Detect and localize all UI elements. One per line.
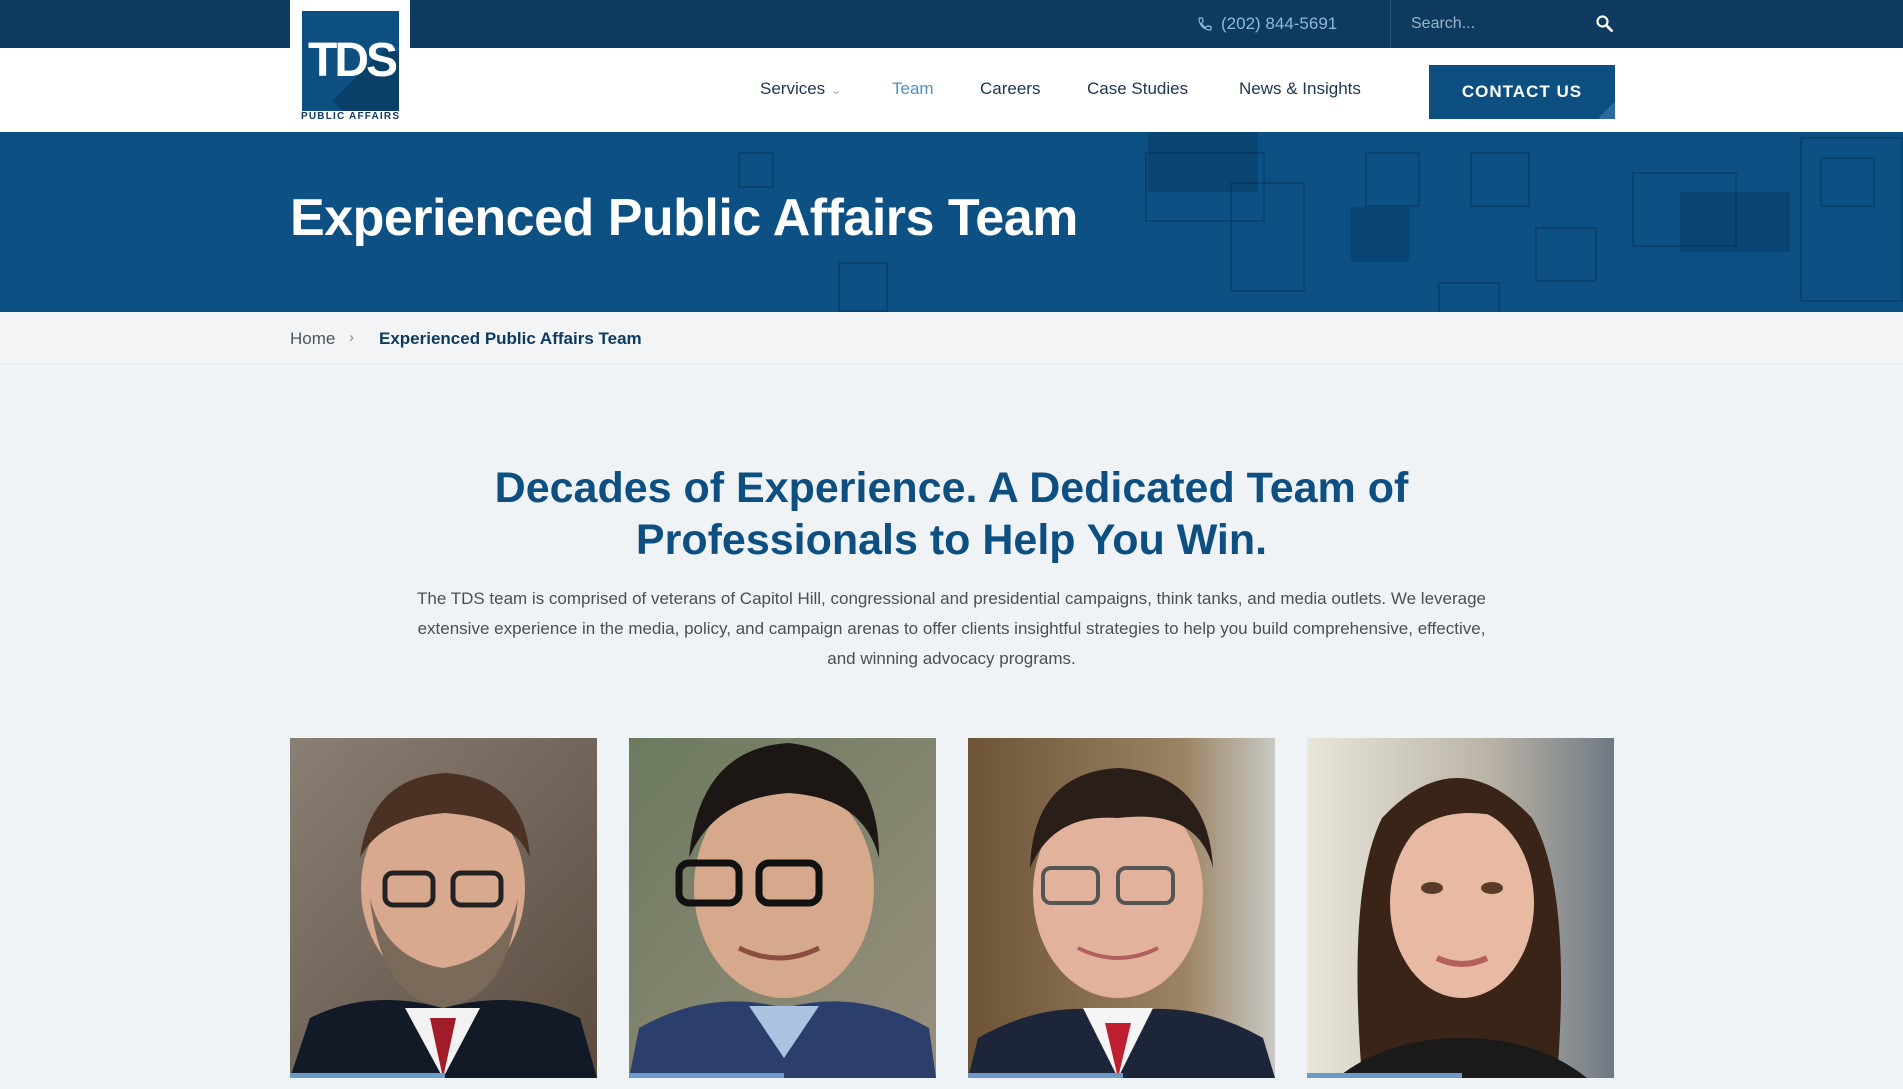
hero-banner: Experienced Public Affairs Team xyxy=(0,132,1903,312)
section-heading-line2: Professionals to Help You Win. xyxy=(635,516,1268,564)
search-input[interactable] xyxy=(1411,15,1581,33)
logo-subtitle: PUBLIC AFFAIRS xyxy=(301,111,401,122)
nav-item-team[interactable]: Team xyxy=(892,79,934,99)
breadcrumb: Home › Experienced Public Affairs Team xyxy=(0,312,1903,364)
breadcrumb-current: Experienced Public Affairs Team xyxy=(379,329,642,348)
decorative-square xyxy=(1470,152,1530,207)
logo-mark-text: TDS xyxy=(308,34,398,87)
card-accent-bar xyxy=(968,1073,1123,1078)
card-accent-bar xyxy=(290,1073,445,1078)
section-heading-line1: Decades of Experience. A Dedicated Team … xyxy=(494,464,1409,512)
nav-item-careers[interactable]: Careers xyxy=(980,79,1040,99)
top-bar: (202) 844-5691 xyxy=(0,0,1903,48)
search-box xyxy=(1390,0,1615,48)
team-member-card[interactable] xyxy=(629,738,936,1078)
nav-item-news-insights[interactable]: News & Insights xyxy=(1239,79,1361,99)
page-title: Experienced Public Affairs Team xyxy=(290,189,1078,247)
breadcrumb-home-link[interactable]: Home xyxy=(290,329,335,349)
section-heading: Decades of Experience. A Dedicated Team … xyxy=(400,462,1503,566)
chevron-down-icon: ⌄ xyxy=(831,83,842,97)
team-member-card[interactable] xyxy=(1307,738,1614,1078)
card-accent-bar xyxy=(629,1073,784,1078)
search-icon[interactable] xyxy=(1595,14,1615,34)
team-member-photo xyxy=(629,738,936,1078)
team-member-card[interactable] xyxy=(968,738,1275,1078)
card-accent-bar xyxy=(1307,1073,1462,1078)
logo[interactable]: TDS PUBLIC AFFAIRS xyxy=(290,0,410,128)
decorative-square xyxy=(1680,192,1790,252)
decorative-square xyxy=(1535,227,1597,282)
decorative-square xyxy=(838,262,888,312)
main-navbar: Services ⌄ Team Careers Case Studies News… xyxy=(0,48,1903,132)
team-member-card[interactable] xyxy=(290,738,597,1078)
decorative-square xyxy=(1820,157,1875,207)
decorative-square xyxy=(1350,207,1410,262)
team-member-photo xyxy=(1307,738,1614,1078)
nav-item-label: Services xyxy=(760,79,826,98)
nav-item-services[interactable]: Services ⌄ xyxy=(760,79,841,99)
nav-item-case-studies[interactable]: Case Studies xyxy=(1087,79,1188,99)
phone-number: (202) 844-5691 xyxy=(1221,14,1338,33)
intro-paragraph: The TDS team is comprised of veterans of… xyxy=(416,589,1487,668)
decorative-square xyxy=(1230,182,1305,292)
phone-icon xyxy=(1198,17,1212,31)
decorative-square xyxy=(1438,282,1500,312)
decorative-square xyxy=(1365,152,1420,207)
decorative-square xyxy=(738,152,774,188)
team-member-photo xyxy=(290,738,597,1078)
logo-mark: TDS xyxy=(302,11,399,111)
contact-us-button[interactable]: CONTACT US xyxy=(1429,65,1615,119)
chevron-right-icon: › xyxy=(349,329,354,346)
team-member-photo xyxy=(968,738,1275,1078)
phone-link[interactable]: (202) 844-5691 xyxy=(1197,14,1337,34)
